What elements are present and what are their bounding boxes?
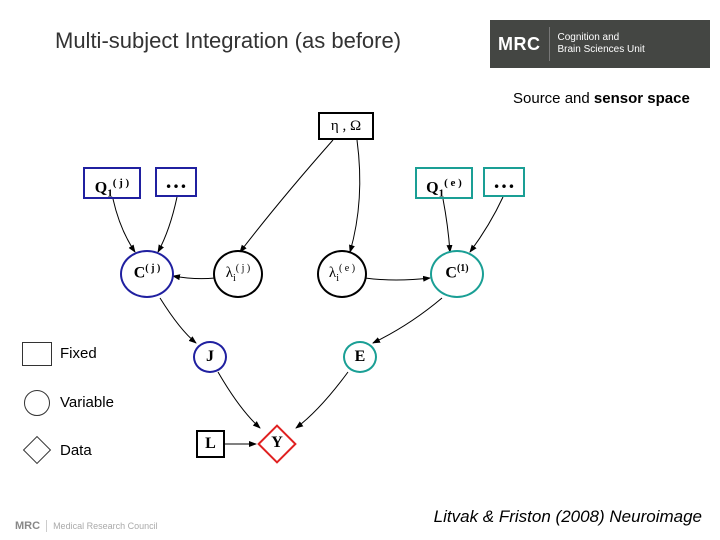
footer-mrc: MRC — [15, 520, 40, 532]
node-Qe-more: … — [483, 167, 525, 197]
subtitle: Source and sensor space — [513, 90, 690, 107]
node-label: Q — [95, 179, 107, 196]
node-label: L — [205, 435, 216, 452]
page-title: Multi-subject Integration (as before) — [55, 28, 401, 54]
legend-fixed-shape — [22, 342, 52, 366]
footer-logo: MRC Medical Research Council — [15, 520, 158, 532]
node-sub: i — [336, 273, 339, 284]
subtitle-part: Source and — [513, 90, 594, 107]
node-sub: 1 — [107, 188, 113, 200]
node-label: … — [165, 168, 187, 193]
subtitle-bold: space — [647, 90, 690, 107]
node-label: η , Ω — [331, 118, 361, 134]
node-eta-omega: η , Ω — [318, 112, 374, 140]
legend-data-label: Data — [60, 442, 92, 459]
subtitle-bold: sensor — [594, 90, 643, 107]
node-E: E — [343, 341, 377, 373]
node-label: λ — [226, 265, 233, 281]
node-label: Q — [426, 179, 438, 196]
node-label: E — [345, 348, 375, 366]
node-sup: ( j ) — [236, 263, 250, 274]
mrc-logo: MRC Cognition and Brain Sciences Unit — [490, 20, 710, 68]
mrc-logo-subtext: Cognition and Brain Sciences Unit — [558, 32, 645, 56]
node-sup: ( e ) — [444, 177, 462, 189]
node-label: Y — [257, 434, 297, 452]
logo-line1: Cognition and — [558, 32, 620, 43]
node-lambda-j: λi( j ) — [213, 250, 263, 298]
node-L: L — [196, 430, 225, 458]
node-Cj: C( j ) — [120, 250, 174, 298]
node-label: … — [493, 168, 515, 193]
node-sup: (1) — [457, 263, 469, 274]
node-Qj: Q1( j ) — [83, 167, 141, 199]
mrc-logo-text: MRC — [498, 34, 549, 55]
legend-fixed-label: Fixed — [60, 345, 97, 362]
node-lambda-e: λi( e ) — [317, 250, 367, 298]
node-Qj-more: … — [155, 167, 197, 197]
node-J: J — [193, 341, 227, 373]
node-sub: 1 — [439, 188, 445, 200]
legend-data-shape — [23, 436, 51, 464]
node-label: J — [195, 348, 225, 366]
legend-variable-shape — [24, 390, 50, 416]
legend-variable-label: Variable — [60, 394, 114, 411]
node-sup: ( e ) — [339, 263, 355, 274]
node-label: C — [134, 264, 146, 281]
node-sub: i — [233, 273, 236, 284]
citation: Litvak & Friston (2008) Neuroimage — [434, 507, 702, 527]
node-label: C — [445, 264, 457, 281]
logo-divider — [549, 27, 550, 61]
node-sup: ( j ) — [113, 177, 130, 189]
node-Y: Y — [257, 425, 297, 465]
logo-line2: Brain Sciences Unit — [558, 44, 645, 55]
node-C1: C(1) — [430, 250, 484, 298]
node-Qe: Q1( e ) — [415, 167, 473, 199]
node-sup: ( j ) — [145, 263, 160, 274]
footer-text: Medical Research Council — [53, 521, 158, 531]
